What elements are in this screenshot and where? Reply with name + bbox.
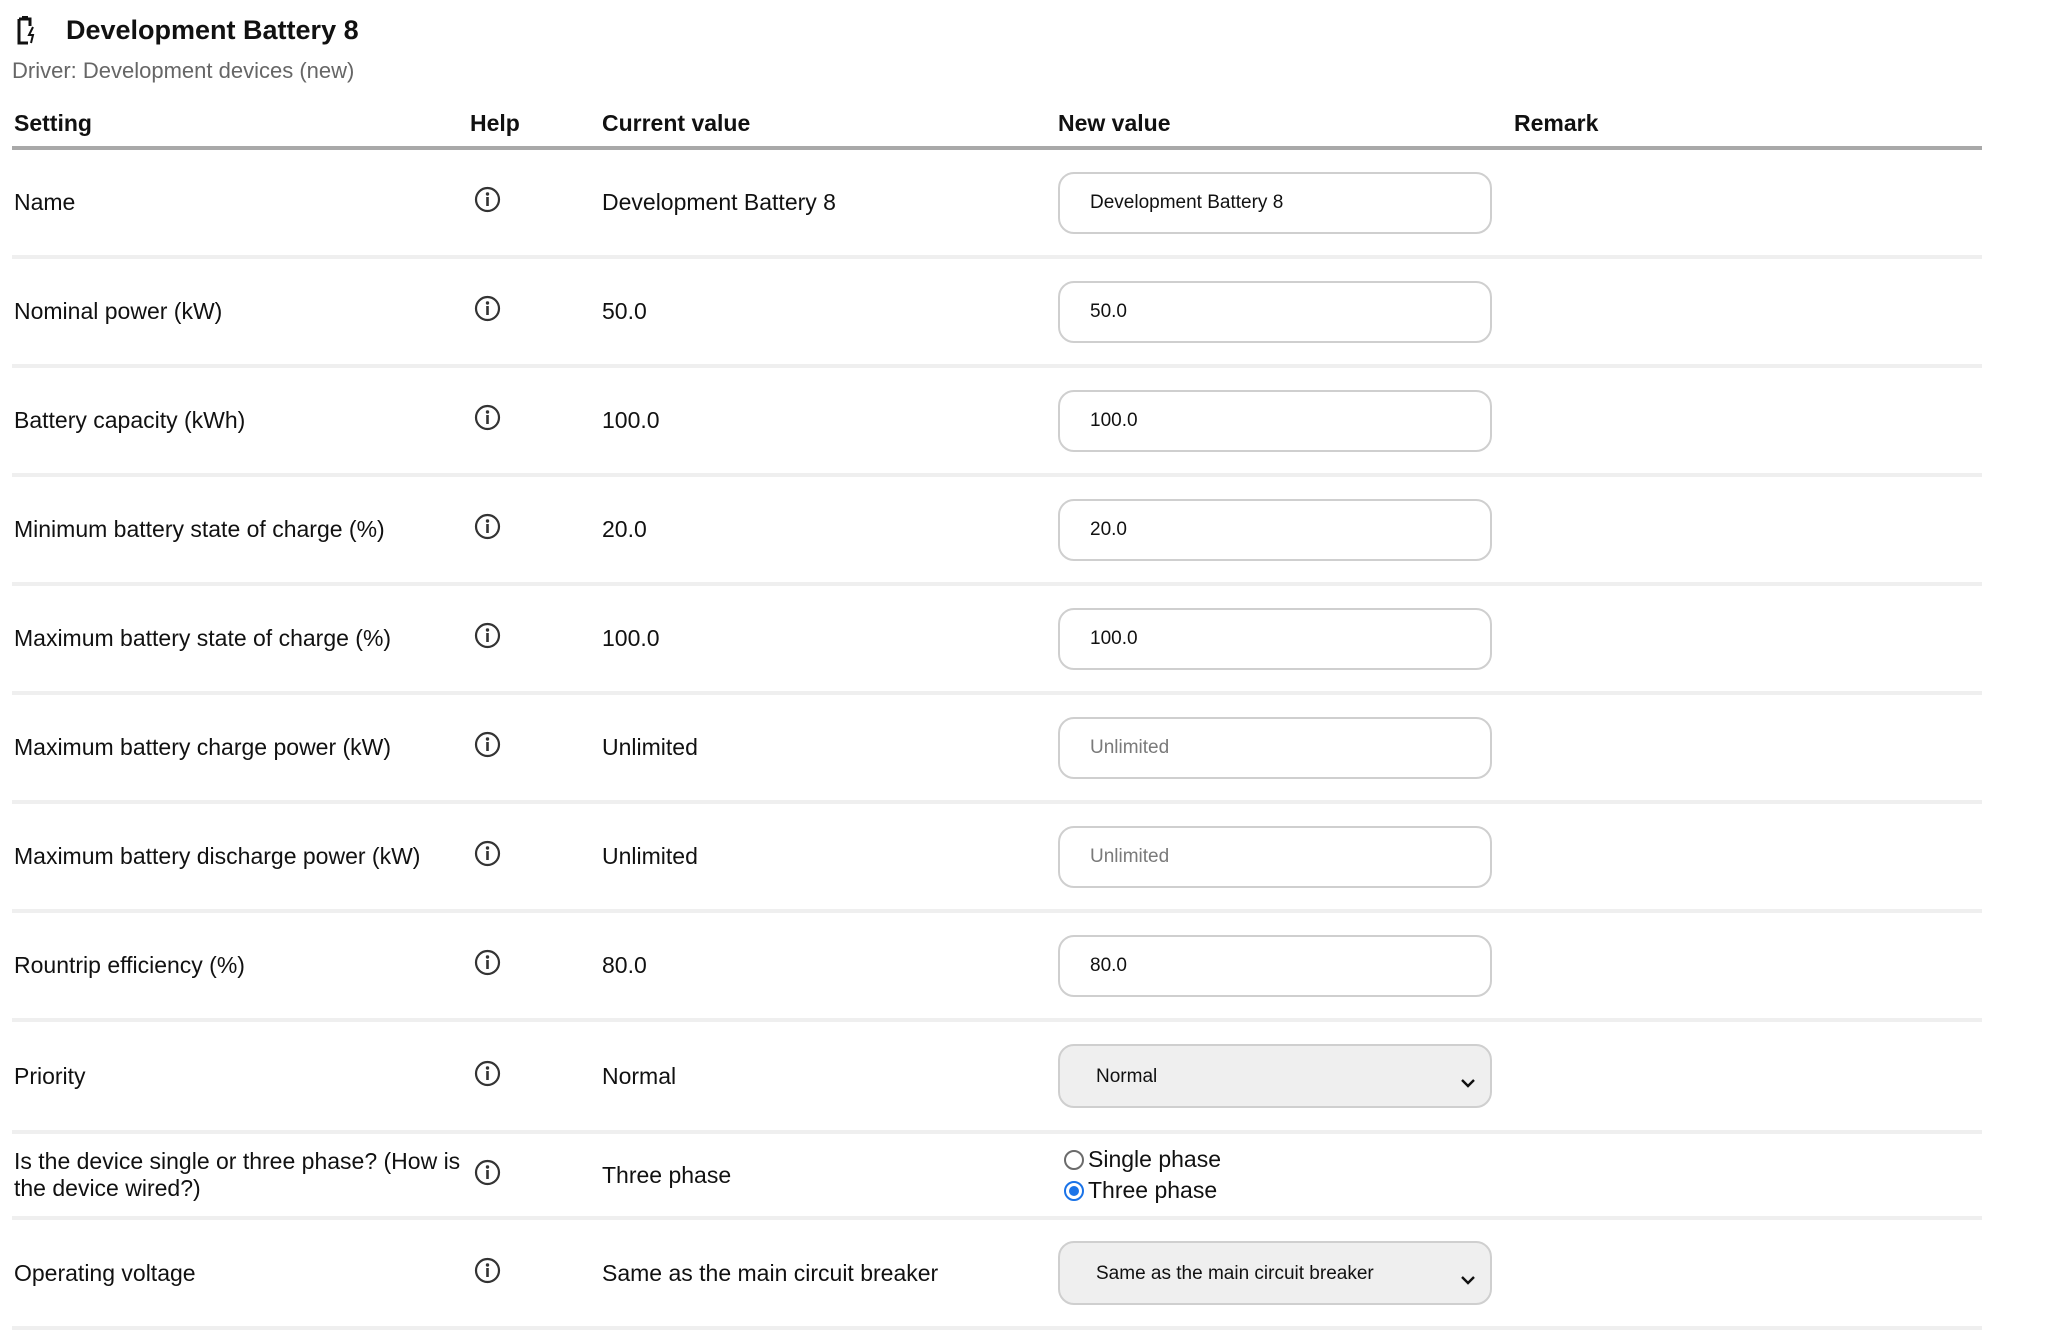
- settings-table: Setting Help Current value New value Rem…: [12, 100, 1982, 1330]
- setting-label: Rountrip efficiency (%): [12, 911, 468, 1022]
- table-header-row: Setting Help Current value New value Rem…: [12, 100, 1982, 150]
- max-soc-input[interactable]: [1058, 607, 1492, 670]
- setting-label: Priority: [12, 1020, 468, 1134]
- setting-label: Maximum battery state of charge (%): [12, 584, 468, 695]
- table-row: Nominal power (kW) 50.0: [12, 257, 1982, 368]
- remark-cell: [1512, 148, 1982, 259]
- chevron-down-icon: [1460, 1070, 1476, 1088]
- remark-cell: [1512, 911, 1982, 1022]
- info-icon[interactable]: [474, 840, 501, 867]
- table-row: Maximum battery discharge power (kW) Unl…: [12, 802, 1982, 913]
- column-header-current-value: Current value: [600, 100, 1056, 150]
- setting-label: Name: [12, 148, 468, 259]
- radio-three-phase[interactable]: Three phase: [1058, 1177, 1510, 1205]
- setting-label: Maximum battery discharge power (kW): [12, 802, 468, 913]
- device-settings-page: Development Battery 8 Driver: Developmen…: [0, 0, 2046, 1332]
- info-icon[interactable]: [474, 513, 501, 540]
- current-value: Three phase: [600, 1132, 1056, 1220]
- driver-label: Driver: Development devices (new): [12, 58, 355, 83]
- current-value: 100.0: [600, 366, 1056, 477]
- table-row: Is the device single or three phase? (Ho…: [12, 1132, 1982, 1220]
- priority-select[interactable]: Normal: [1058, 1044, 1492, 1108]
- remark-cell: [1512, 1020, 1982, 1134]
- info-icon[interactable]: [474, 1257, 501, 1284]
- setting-label: Operating voltage: [12, 1218, 468, 1330]
- table-row: Maximum battery charge power (kW) Unlimi…: [12, 693, 1982, 804]
- nominal-power-input[interactable]: [1058, 280, 1492, 343]
- table-row: Priority Normal Normal: [12, 1020, 1982, 1134]
- max-discharge-power-input[interactable]: [1058, 825, 1492, 888]
- remark-cell: [1512, 257, 1982, 368]
- operating-voltage-select[interactable]: Same as the main circuit breaker: [1058, 1241, 1492, 1305]
- setting-label: Nominal power (kW): [12, 257, 468, 368]
- info-icon[interactable]: [474, 731, 501, 758]
- info-icon[interactable]: [474, 949, 501, 976]
- radio-button-checked[interactable]: [1064, 1180, 1084, 1201]
- info-icon[interactable]: [474, 186, 501, 213]
- column-header-help: Help: [468, 100, 600, 150]
- info-icon[interactable]: [474, 404, 501, 431]
- remark-cell: [1512, 802, 1982, 913]
- chevron-down-icon: [1460, 1267, 1476, 1285]
- table-row: Rountrip efficiency (%) 80.0: [12, 911, 1982, 1022]
- roundtrip-efficiency-input[interactable]: [1058, 934, 1492, 997]
- battery-capacity-input[interactable]: [1058, 389, 1492, 452]
- table-row: Maximum battery state of charge (%) 100.…: [12, 584, 1982, 695]
- info-icon[interactable]: [474, 1159, 501, 1186]
- current-value: 20.0: [600, 475, 1056, 586]
- info-icon[interactable]: [474, 622, 501, 649]
- current-value: Unlimited: [600, 693, 1056, 804]
- remark-cell: [1512, 1132, 1982, 1220]
- table-row: Operating voltage Same as the main circu…: [12, 1218, 1982, 1330]
- info-icon[interactable]: [474, 1060, 501, 1087]
- table-row: Minimum battery state of charge (%) 20.0: [12, 475, 1982, 586]
- setting-label: Maximum battery charge power (kW): [12, 693, 468, 804]
- battery-charging-icon: [16, 15, 38, 45]
- table-row: Battery capacity (kWh) 100.0: [12, 366, 1982, 477]
- phase-radio-group: Single phase Three phase: [1058, 1146, 1510, 1205]
- info-icon[interactable]: [474, 295, 501, 322]
- max-charge-power-input[interactable]: [1058, 716, 1492, 779]
- remark-cell: [1512, 366, 1982, 477]
- page-title: Development Battery 8: [66, 14, 359, 45]
- setting-label: Battery capacity (kWh): [12, 366, 468, 477]
- column-header-new-value: New value: [1056, 100, 1512, 150]
- name-input[interactable]: [1058, 171, 1492, 234]
- radio-single-phase[interactable]: Single phase: [1058, 1146, 1510, 1174]
- table-row: Name Development Battery 8: [12, 148, 1982, 259]
- priority-select-value: Normal: [1096, 1065, 1158, 1087]
- current-value: Unlimited: [600, 802, 1056, 913]
- radio-button-unchecked[interactable]: [1064, 1149, 1084, 1170]
- setting-label: Is the device single or three phase? (Ho…: [12, 1132, 468, 1220]
- radio-label: Single phase: [1088, 1146, 1221, 1172]
- setting-label: Minimum battery state of charge (%): [12, 475, 468, 586]
- column-header-remark: Remark: [1512, 100, 1982, 150]
- remark-cell: [1512, 584, 1982, 695]
- current-value: Same as the main circuit breaker: [600, 1218, 1056, 1330]
- current-value: 50.0: [600, 257, 1056, 368]
- remark-cell: [1512, 693, 1982, 804]
- current-value: 100.0: [600, 584, 1056, 695]
- current-value: 80.0: [600, 911, 1056, 1022]
- min-soc-input[interactable]: [1058, 498, 1492, 561]
- remark-cell: [1512, 1218, 1982, 1330]
- current-value: Normal: [600, 1020, 1056, 1134]
- remark-cell: [1512, 475, 1982, 586]
- current-value: Development Battery 8: [600, 148, 1056, 259]
- operating-voltage-select-value: Same as the main circuit breaker: [1096, 1262, 1374, 1284]
- page-header: Development Battery 8: [16, 10, 359, 50]
- radio-label: Three phase: [1088, 1177, 1218, 1203]
- column-header-setting: Setting: [12, 100, 468, 150]
